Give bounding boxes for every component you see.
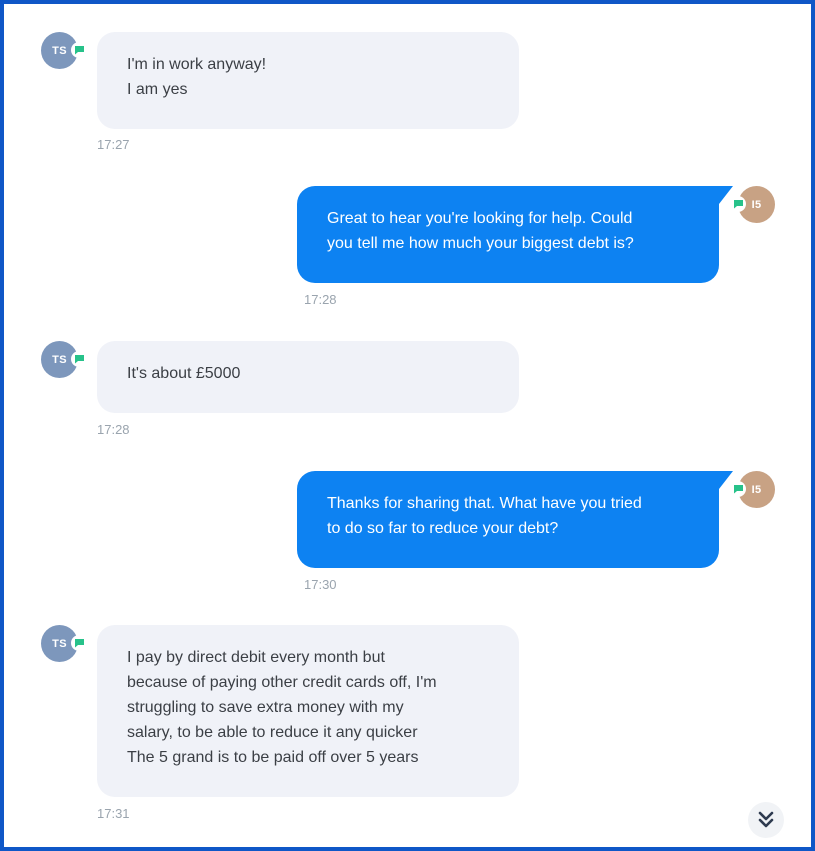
message-bubble: I'm in work anyway! I am yes	[97, 32, 519, 129]
chat-status-icon	[71, 635, 87, 651]
message-timestamp: 17:28	[304, 292, 337, 307]
message-bubble: It's about £5000	[97, 341, 519, 413]
message-timestamp: 17:31	[97, 806, 130, 821]
chat-status-icon	[730, 481, 746, 497]
chat-status-icon	[730, 196, 746, 212]
chat-status-icon	[71, 351, 87, 367]
chat-window: TS I'm in work anyway! I am yes 17:27 Gr…	[0, 0, 815, 851]
double-chevron-down-icon	[758, 811, 774, 828]
avatar-initials: TS	[52, 637, 67, 650]
message-bubble: Great to hear you're looking for help. C…	[297, 186, 733, 283]
message-bubble: Thanks for sharing that. What have you t…	[297, 471, 733, 568]
avatar-initials: TS	[52, 44, 67, 57]
message-timestamp: 17:27	[97, 137, 130, 152]
chat-status-icon	[71, 42, 87, 58]
message-timestamp: 17:30	[304, 577, 337, 592]
avatar-initials: I5	[751, 198, 762, 211]
avatar-initials: I5	[751, 483, 762, 496]
avatar-initials: TS	[52, 353, 67, 366]
message-bubble: I pay by direct debit every month but be…	[97, 625, 519, 797]
scroll-to-bottom-button[interactable]	[748, 802, 784, 838]
message-timestamp: 17:28	[97, 422, 130, 437]
